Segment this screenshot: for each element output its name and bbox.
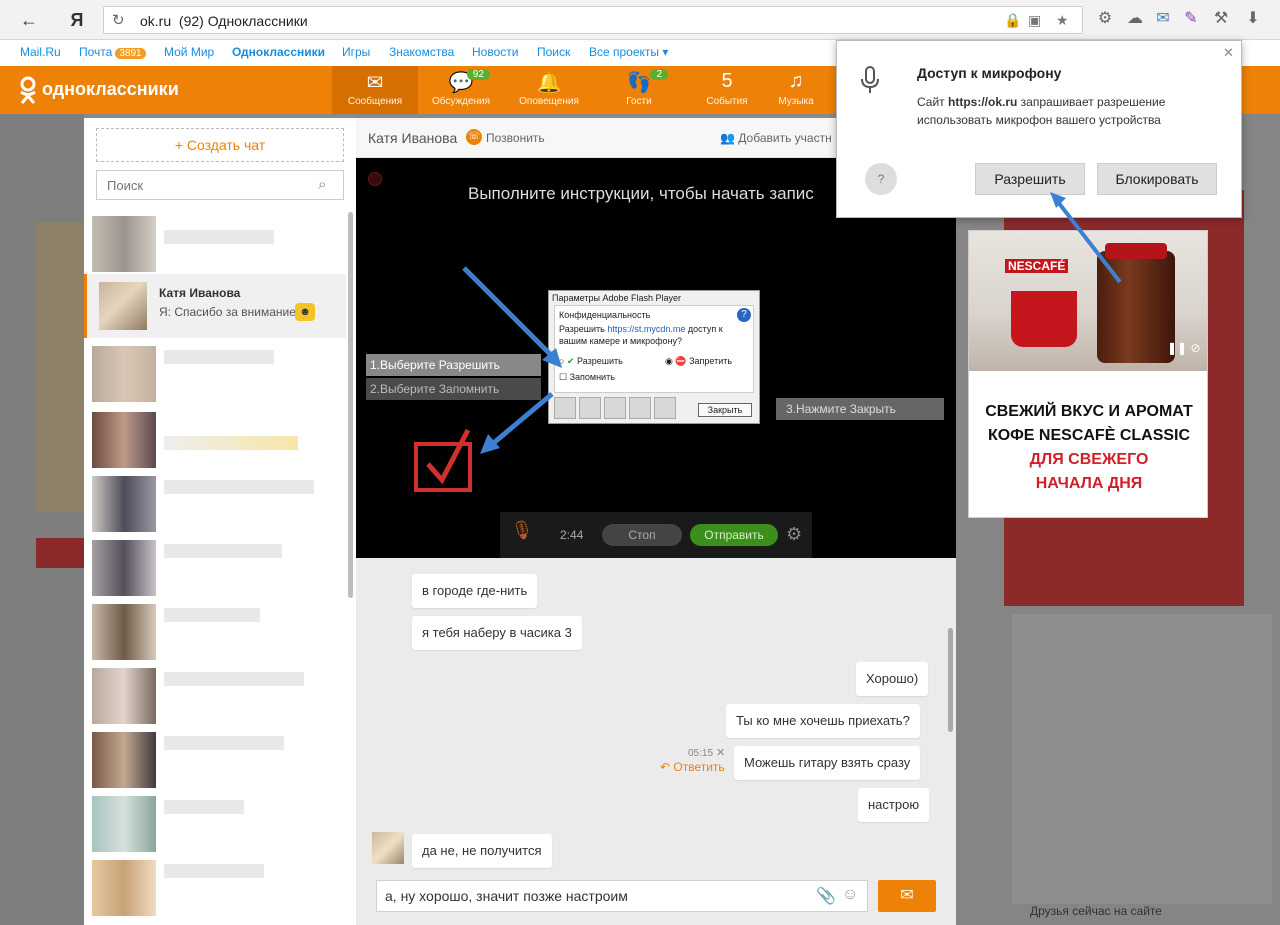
annotation-arrow — [1050, 192, 1122, 284]
